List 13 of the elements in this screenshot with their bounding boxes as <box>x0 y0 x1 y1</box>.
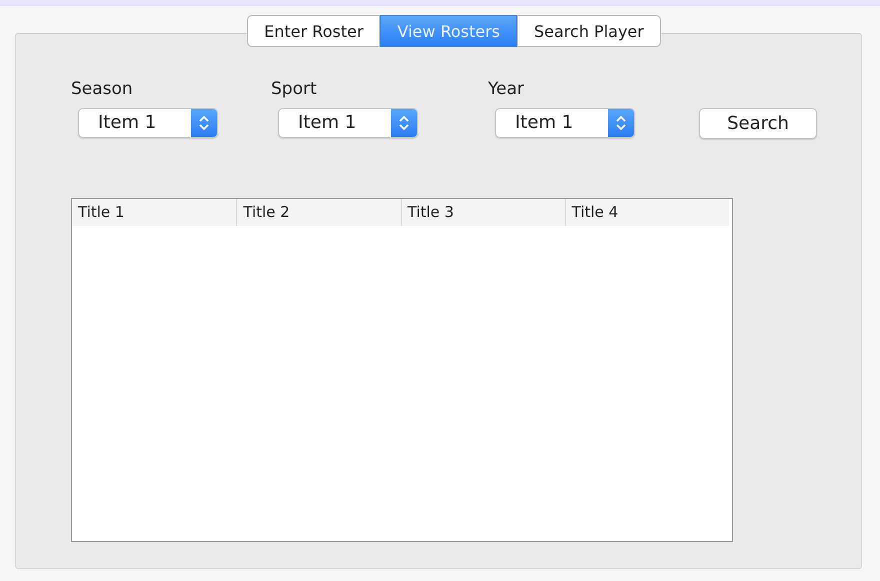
column-header[interactable]: Title 4 <box>564 199 729 226</box>
dropdown[interactable]: Item 1 <box>495 108 635 138</box>
search-button[interactable]: Search <box>699 108 817 139</box>
column-header[interactable]: Title 1 <box>72 199 236 226</box>
dropdown[interactable]: Item 1 <box>78 108 218 138</box>
dropdown[interactable]: Item 1 <box>278 108 418 138</box>
field-label: Season <box>71 78 134 100</box>
field-label: Sport <box>271 78 318 100</box>
column-header[interactable]: Title 2 <box>236 199 400 226</box>
field-label: Year <box>488 78 525 100</box>
tab[interactable]: Search Player <box>517 15 661 47</box>
tab[interactable]: Enter Roster <box>247 15 380 47</box>
column-header[interactable]: Title 3 <box>400 199 565 226</box>
